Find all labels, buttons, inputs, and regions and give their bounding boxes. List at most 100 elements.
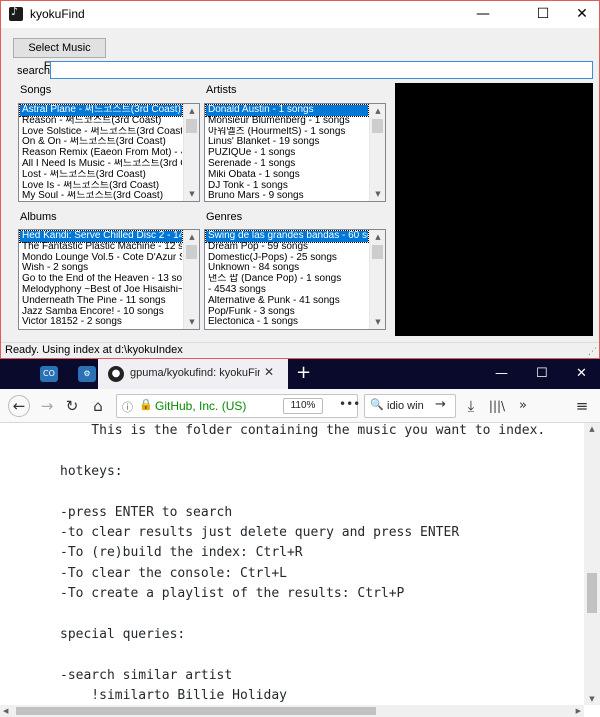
library-icon[interactable]: |||\ <box>487 396 507 416</box>
list-item[interactable]: Serenade - 1 songs <box>206 159 368 170</box>
list-item[interactable]: My Soul - 써드코스트(3rd Coast) <box>20 191 182 201</box>
horizontal-scrollbar[interactable]: ◀ ▶ <box>0 705 584 717</box>
scroll-up-icon[interactable]: ▲ <box>584 425 600 433</box>
scroll-down-icon[interactable]: ▼ <box>370 315 385 329</box>
scroll-right-icon[interactable]: ▶ <box>576 705 581 717</box>
albums-listbox[interactable]: Hed Kandi: Serve Chilled Disc 2 - 14 son… <box>18 229 200 330</box>
songs-listbox[interactable]: Astral Plane - 써드코스트(3rd Coast) Reason - … <box>18 103 200 202</box>
search-go-arrow-icon[interactable]: → <box>435 397 446 412</box>
list-item[interactable]: Bruno Mars - 9 songs <box>206 191 368 201</box>
search-input[interactable] <box>50 61 593 79</box>
download-icon[interactable]: ⤓ <box>461 396 481 416</box>
list-item[interactable]: All I Need Is Music - 써드코스트(3rd Coas <box>20 159 182 170</box>
list-item[interactable]: 아워멜츠 (HourmeltS) - 1 songs <box>206 127 368 138</box>
pinned-tab-icon[interactable]: ⚙ <box>78 366 96 382</box>
readme-line: hotkeys: <box>60 463 123 479</box>
songs-scrollbar[interactable]: ▲ ▼ <box>183 104 199 201</box>
vertical-scrollbar[interactable]: ▲ ▼ <box>584 423 600 705</box>
list-item[interactable]: Reason - 써드코스트(3rd Coast) <box>20 116 182 127</box>
list-item[interactable]: Reason Remix (Eaeon From Mot) - 써드코 <box>20 148 182 159</box>
list-item[interactable]: Melodyphony ~Best of Joe Hisaishi~ - 9 s <box>20 285 182 296</box>
list-item[interactable]: Go to the End of the Heaven - 13 songs <box>20 274 182 285</box>
list-item[interactable]: Swing de las grandes bandas - 60 songs <box>205 230 369 243</box>
list-item[interactable]: Wish - 2 songs <box>20 263 182 274</box>
resize-grip-icon[interactable]: ⋰ <box>588 347 597 357</box>
hamburger-menu-icon[interactable]: ≡ <box>572 396 592 416</box>
scroll-down-icon[interactable]: ▼ <box>584 695 600 703</box>
genres-listbox[interactable]: Swing de las grandes bandas - 60 songsDr… <box>204 229 386 330</box>
scroll-left-icon[interactable]: ◀ <box>3 705 8 717</box>
zoom-level-button[interactable]: 110% <box>283 398 323 414</box>
list-item[interactable]: Electonica - 1 songs <box>206 317 368 328</box>
list-item[interactable]: The Fantastic Plastic Machine - 12 songs <box>20 242 182 253</box>
scroll-down-icon[interactable]: ▼ <box>184 315 199 329</box>
scroll-down-icon[interactable]: ▼ <box>370 187 385 201</box>
list-item[interactable]: DJ Tonk - 1 songs <box>206 181 368 192</box>
scroll-thumb[interactable] <box>186 119 197 133</box>
list-item[interactable]: Dream Pop - 59 songs <box>206 242 368 253</box>
scroll-up-icon[interactable]: ▲ <box>370 104 385 118</box>
media-player-panel[interactable] <box>395 83 593 336</box>
url-bar[interactable]: ⓘ 🔒 GitHub, Inc. (US) 110% ••• <box>116 394 360 418</box>
list-item[interactable]: Underneath The Pine - 11 songs <box>20 296 182 307</box>
scroll-thumb[interactable] <box>587 573 597 613</box>
list-item[interactable]: - 4543 songs <box>206 285 368 296</box>
readme-line: This is the folder containing the music … <box>60 423 546 438</box>
list-item[interactable]: On & On - 써드코스트(3rd Coast) <box>20 137 182 148</box>
artists-listbox[interactable]: Donald Austin - 1 songs Monsieur Blumenbe… <box>204 103 386 202</box>
status-bar: Ready. Using index at d:\kyokuIndex ⋰ <box>1 342 599 358</box>
lock-icon[interactable]: 🔒 <box>139 398 153 411</box>
minimize-button[interactable]: — <box>460 1 506 28</box>
overflow-chevron-icon[interactable]: » <box>513 396 533 416</box>
artists-label: Artists <box>206 84 237 96</box>
close-button[interactable]: ✕ <box>576 366 587 381</box>
maximize-button[interactable]: ☐ <box>536 366 548 381</box>
list-item[interactable]: Monsieur Blumenberg - 1 songs <box>206 116 368 127</box>
list-item[interactable]: Astral Plane - 써드코스트(3rd Coast) <box>19 104 183 117</box>
tab-close-icon[interactable]: ✕ <box>264 365 274 379</box>
list-item[interactable]: Pop/Funk - 3 songs <box>206 307 368 318</box>
active-tab[interactable]: ● gpuma/kyokufind: kyokuFind ✕ <box>98 359 288 389</box>
scroll-thumb[interactable] <box>16 707 376 715</box>
back-arrow-icon[interactable]: ← <box>8 395 30 417</box>
list-item[interactable]: Domestic(J-Pops) - 25 songs <box>206 253 368 264</box>
scroll-thumb[interactable] <box>372 119 383 133</box>
list-item[interactable]: Unknown - 84 songs <box>206 263 368 274</box>
scroll-thumb[interactable] <box>186 245 197 259</box>
forward-arrow-icon[interactable]: → <box>37 396 57 416</box>
list-item[interactable]: Linus' Blanket - 19 songs <box>206 137 368 148</box>
albums-scrollbar[interactable]: ▲ ▼ <box>183 230 199 329</box>
close-button[interactable]: ✕ <box>559 1 600 28</box>
genres-scrollbar[interactable]: ▲ ▼ <box>369 230 385 329</box>
new-tab-icon[interactable]: + <box>296 362 311 383</box>
list-item[interactable]: Mondo Lounge Vol.5 - Cote D'Azur Sunda <box>20 253 182 264</box>
list-item[interactable]: Alternative & Punk - 41 songs <box>206 296 368 307</box>
info-icon[interactable]: ⓘ <box>122 399 133 415</box>
list-item[interactable]: Miki Obata - 1 songs <box>206 170 368 181</box>
pinned-tab[interactable]: CO <box>40 366 58 382</box>
page-actions-icon[interactable]: ••• <box>339 397 360 411</box>
list-item[interactable]: Donald Austin - 1 songs <box>205 104 369 117</box>
list-item[interactable]: Victor 18152 - 2 songs <box>20 317 182 328</box>
list-item[interactable]: Jazz Samba Encore! - 10 songs <box>20 307 182 318</box>
reload-icon[interactable]: ↻ <box>62 396 82 416</box>
list-item[interactable]: PUZIQUe - 1 songs <box>206 148 368 159</box>
list-item[interactable]: Love Is - 써드코스트(3rd Coast) <box>20 181 182 192</box>
select-music-folder-button[interactable]: Select Music Folder <box>13 38 106 72</box>
search-bar-text[interactable]: idio win <box>387 400 431 412</box>
minimize-button[interactable]: — <box>495 366 508 381</box>
list-item[interactable]: Lost - 써드코스트(3rd Coast) <box>20 170 182 181</box>
scroll-up-icon[interactable]: ▲ <box>184 230 199 244</box>
scroll-down-icon[interactable]: ▼ <box>184 187 199 201</box>
readme-line: -To clear the console: Ctrl+L <box>60 565 287 581</box>
home-icon[interactable]: ⌂ <box>88 396 108 416</box>
site-identity[interactable]: GitHub, Inc. (US) <box>155 399 246 413</box>
scroll-thumb[interactable] <box>372 245 383 259</box>
list-item[interactable]: 댄스 팝 (Dance Pop) - 1 songs <box>206 274 368 285</box>
search-bar[interactable]: 🔍 idio win → <box>364 394 456 418</box>
scroll-up-icon[interactable]: ▲ <box>370 230 385 244</box>
list-item[interactable]: Hed Kandi: Serve Chilled Disc 2 - 14 son… <box>19 230 183 243</box>
artists-scrollbar[interactable]: ▲ ▼ <box>369 104 385 201</box>
list-item[interactable]: Love Solstice - 써드코스트(3rd Coast) <box>20 127 182 138</box>
scroll-up-icon[interactable]: ▲ <box>184 104 199 118</box>
